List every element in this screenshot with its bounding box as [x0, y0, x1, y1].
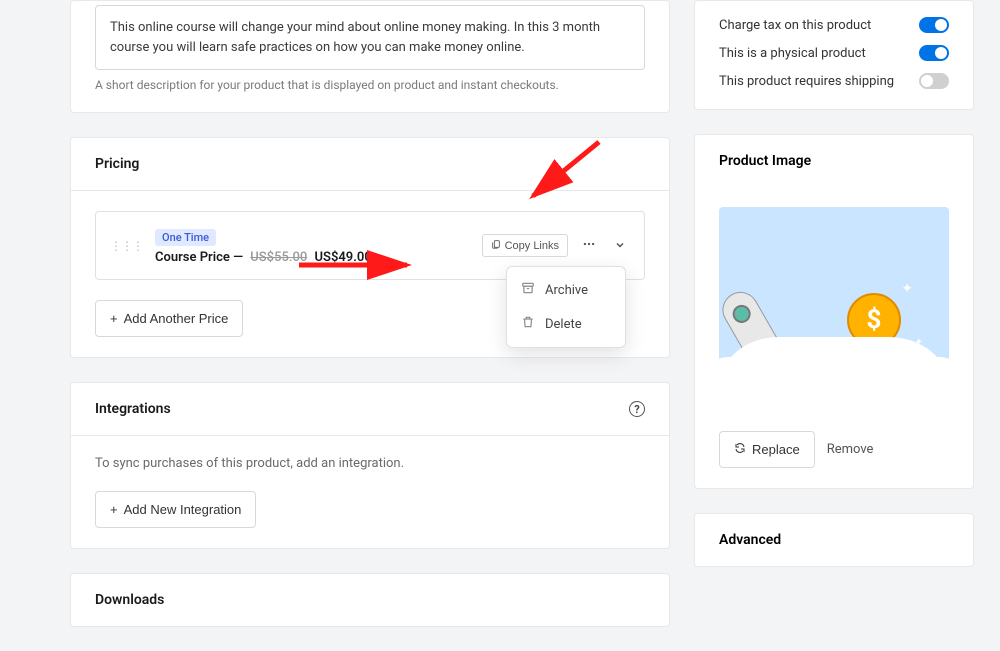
plus-icon: + — [110, 311, 118, 326]
remove-button[interactable]: Remove — [827, 442, 874, 457]
product-image-title: Product Image — [695, 135, 973, 187]
annotation-arrow-2 — [295, 255, 415, 279]
advanced-title: Advanced — [695, 514, 973, 566]
tax-label: Charge tax on this product — [719, 18, 871, 33]
advanced-card: Advanced — [694, 513, 974, 567]
downloads-title: Downloads — [95, 592, 164, 608]
add-price-button[interactable]: + Add Another Price — [95, 300, 243, 337]
physical-label: This is a physical product — [719, 46, 866, 61]
product-image-card: Product Image $ ✦ ✦ Rep — [694, 134, 974, 489]
pricing-title: Pricing — [95, 156, 139, 172]
archive-icon — [521, 281, 535, 299]
clipboard-icon — [491, 239, 501, 252]
integrations-title: Integrations — [95, 401, 171, 417]
integrations-card: Integrations ? To sync purchases of this… — [70, 382, 670, 549]
more-menu-button[interactable] — [578, 233, 600, 258]
help-icon[interactable]: ? — [629, 401, 645, 417]
description-textarea[interactable]: This online course will change your mind… — [95, 5, 645, 70]
shipping-label: This product requires shipping — [719, 74, 894, 89]
replace-button[interactable]: Replace — [719, 431, 815, 468]
add-integration-button[interactable]: + Add New Integration — [95, 491, 256, 528]
price-name: Course Price — [155, 250, 230, 265]
price-dropdown: Archive Delete — [506, 266, 626, 348]
price-tag: One Time — [155, 229, 216, 246]
delete-item[interactable]: Delete — [507, 307, 625, 341]
shipping-toggle[interactable] — [919, 73, 949, 89]
integrations-desc: To sync purchases of this product, add a… — [71, 436, 669, 491]
annotation-arrow-1 — [525, 138, 605, 212]
trash-icon — [521, 315, 535, 333]
expand-button[interactable] — [610, 234, 630, 258]
shipping-card: Charge tax on this product This is a phy… — [694, 0, 974, 110]
copy-links-button[interactable]: Copy Links — [482, 234, 568, 257]
product-image: $ ✦ ✦ — [719, 207, 949, 417]
physical-toggle[interactable] — [919, 45, 949, 61]
tax-toggle[interactable] — [919, 17, 949, 33]
refresh-icon — [734, 442, 746, 457]
downloads-card: Downloads — [70, 573, 670, 627]
description-help: A short description for your product tha… — [95, 78, 645, 92]
description-text: This online course will change your mind… — [110, 20, 600, 55]
archive-item[interactable]: Archive — [507, 273, 625, 307]
plus-icon: + — [110, 502, 118, 517]
drag-handle-icon[interactable]: ⋮⋮⋮ — [110, 239, 143, 253]
